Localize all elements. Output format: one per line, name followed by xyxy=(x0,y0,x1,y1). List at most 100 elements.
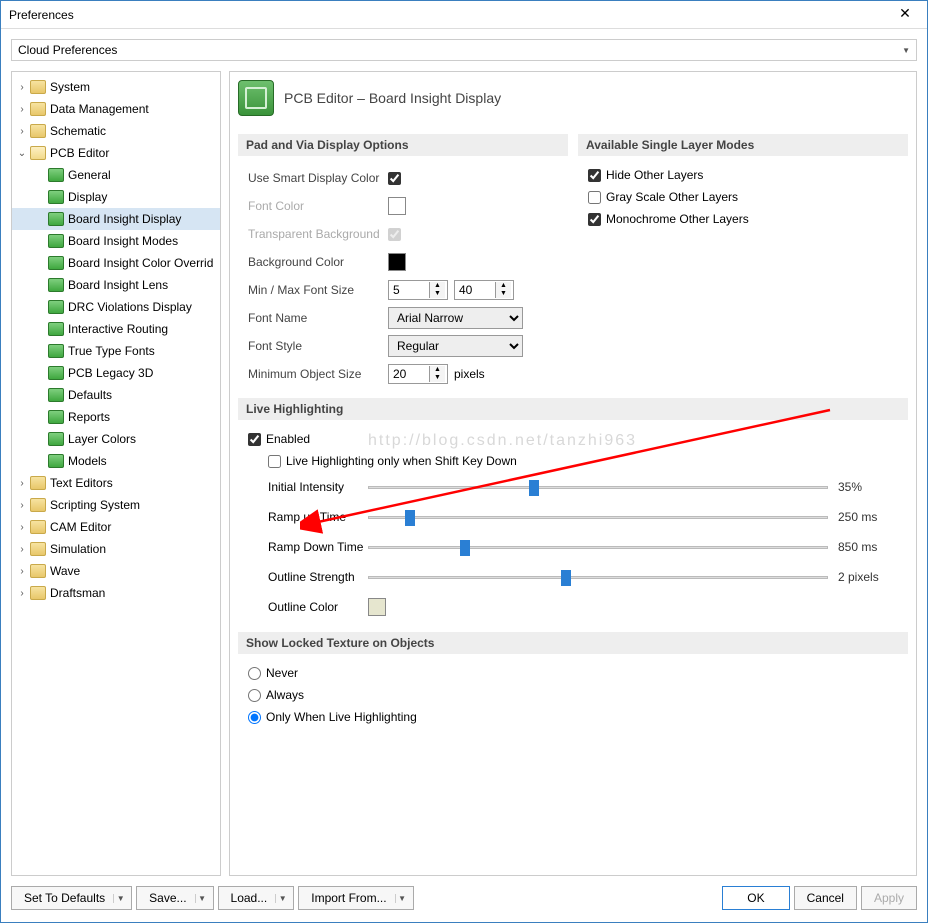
pcb-icon xyxy=(48,190,64,204)
shift-only-checkbox[interactable] xyxy=(268,455,281,468)
tree-node[interactable]: › System xyxy=(12,76,220,98)
expand-icon[interactable]: › xyxy=(16,82,28,93)
tree-node-board-insight-modes[interactable]: Board Insight Modes xyxy=(12,230,220,252)
tree-node-display[interactable]: Display xyxy=(12,186,220,208)
pcb-icon xyxy=(48,388,64,402)
folder-icon xyxy=(30,564,46,578)
tree-node-defaults[interactable]: Defaults xyxy=(12,384,220,406)
hide-layers-checkbox[interactable] xyxy=(588,169,601,182)
tree-node-pcb-legacy-3d[interactable]: PCB Legacy 3D xyxy=(12,362,220,384)
background-color-swatch[interactable] xyxy=(388,253,406,271)
expand-icon[interactable]: › xyxy=(16,104,28,115)
slider-label: Initial Intensity xyxy=(248,480,368,494)
folder-icon xyxy=(30,586,46,600)
tree-node[interactable]: › Data Management xyxy=(12,98,220,120)
font-style-select[interactable]: Regular xyxy=(388,335,523,357)
save-button[interactable]: Save...▼ xyxy=(136,886,213,910)
slider-value: 850 ms xyxy=(828,540,898,554)
locked-radio-0[interactable] xyxy=(248,667,261,680)
folder-icon xyxy=(30,520,46,534)
tree-node-pcb-editor[interactable]: ⌄ PCB Editor xyxy=(12,142,220,164)
font-color-swatch[interactable] xyxy=(388,197,406,215)
pcb-icon xyxy=(48,322,64,336)
slider-row: Ramp Down Time 850 ms xyxy=(248,532,898,562)
expand-icon[interactable]: › xyxy=(16,566,28,577)
tree-node-interactive-routing[interactable]: Interactive Routing xyxy=(12,318,220,340)
load-button[interactable]: Load...▼ xyxy=(218,886,295,910)
tree-node[interactable]: › Wave xyxy=(12,560,220,582)
tree-node[interactable]: › Schematic xyxy=(12,120,220,142)
min-font-spinner[interactable]: ▲▼ xyxy=(388,280,448,300)
ok-button[interactable]: OK xyxy=(722,886,789,910)
tree-node-board-insight-lens[interactable]: Board Insight Lens xyxy=(12,274,220,296)
gray-layers-checkbox[interactable] xyxy=(588,191,601,204)
locked-radio-2[interactable] xyxy=(248,711,261,724)
category-tree[interactable]: › System › Data Management › Schematic ⌄… xyxy=(11,71,221,876)
group-pad-via: Pad and Via Display Options xyxy=(238,134,568,156)
cloud-preferences-dropdown[interactable]: Cloud Preferences ▼ xyxy=(11,39,917,61)
chevron-down-icon: ▼ xyxy=(902,46,910,55)
min-object-spinner[interactable]: ▲▼ xyxy=(388,364,448,384)
radio-label: Never xyxy=(266,666,298,680)
dropdown-icon[interactable]: ▼ xyxy=(275,894,289,903)
collapse-icon[interactable]: ⌄ xyxy=(16,148,28,159)
outline-color-swatch[interactable] xyxy=(368,598,386,616)
pcb-icon xyxy=(48,168,64,182)
cancel-button[interactable]: Cancel xyxy=(794,886,857,910)
dropdown-icon[interactable]: ▼ xyxy=(395,894,409,903)
dropdown-icon[interactable]: ▼ xyxy=(113,894,127,903)
enabled-label: Enabled xyxy=(266,432,310,446)
titlebar: Preferences ✕ xyxy=(1,1,927,29)
slider-outline-strength[interactable] xyxy=(368,570,828,584)
pcb-icon xyxy=(48,256,64,270)
slider-ramp-down-time[interactable] xyxy=(368,540,828,554)
apply-button[interactable]: Apply xyxy=(861,886,917,910)
radio-label: Always xyxy=(266,688,304,702)
slider-row: Ramp up Time 250 ms xyxy=(248,502,898,532)
slider-value: 2 pixels xyxy=(828,570,898,584)
pcb-icon xyxy=(48,454,64,468)
close-icon[interactable]: ✕ xyxy=(891,5,919,25)
tree-node[interactable]: › Text Editors xyxy=(12,472,220,494)
expand-icon[interactable]: › xyxy=(16,500,28,511)
tree-node[interactable]: › Draftsman xyxy=(12,582,220,604)
tree-node[interactable]: › Simulation xyxy=(12,538,220,560)
tree-node-true-type-fonts[interactable]: True Type Fonts xyxy=(12,340,220,362)
mono-layers-checkbox[interactable] xyxy=(588,213,601,226)
expand-icon[interactable]: › xyxy=(16,544,28,555)
pcb-icon xyxy=(48,410,64,424)
expand-icon[interactable]: › xyxy=(16,522,28,533)
tree-node-reports[interactable]: Reports xyxy=(12,406,220,428)
tree-node-models[interactable]: Models xyxy=(12,450,220,472)
tree-node-drc-violations-display[interactable]: DRC Violations Display xyxy=(12,296,220,318)
expand-icon[interactable]: › xyxy=(16,478,28,489)
locked-radio-1[interactable] xyxy=(248,689,261,702)
expand-icon[interactable]: › xyxy=(16,588,28,599)
mono-layers-label: Monochrome Other Layers xyxy=(606,212,749,226)
dropdown-icon[interactable]: ▼ xyxy=(195,894,209,903)
use-smart-checkbox[interactable] xyxy=(388,172,401,185)
radio-row: Only When Live Highlighting xyxy=(248,706,898,728)
group-layer-modes: Available Single Layer Modes xyxy=(578,134,908,156)
slider-ramp-up-time[interactable] xyxy=(368,510,828,524)
expand-icon[interactable]: › xyxy=(16,126,28,137)
tree-node[interactable]: › CAM Editor xyxy=(12,516,220,538)
slider-initial-intensity[interactable] xyxy=(368,480,828,494)
import-button[interactable]: Import From...▼ xyxy=(298,886,413,910)
pcb-icon xyxy=(48,344,64,358)
tree-node-board-insight-display[interactable]: Board Insight Display xyxy=(12,208,220,230)
min-object-label: Minimum Object Size xyxy=(248,367,388,381)
font-style-label: Font Style xyxy=(248,339,388,353)
tree-node-board-insight-color-overrid[interactable]: Board Insight Color Overrid xyxy=(12,252,220,274)
max-font-spinner[interactable]: ▲▼ xyxy=(454,280,514,300)
cloud-label: Cloud Preferences xyxy=(18,43,117,57)
preferences-window: Preferences ✕ Cloud Preferences ▼ › Syst… xyxy=(0,0,928,923)
slider-row: Outline Strength 2 pixels xyxy=(248,562,898,592)
tree-node-layer-colors[interactable]: Layer Colors xyxy=(12,428,220,450)
set-defaults-button[interactable]: Set To Defaults▼ xyxy=(11,886,132,910)
tree-node-general[interactable]: General xyxy=(12,164,220,186)
tree-node[interactable]: › Scripting System xyxy=(12,494,220,516)
radio-row: Always xyxy=(248,684,898,706)
font-name-select[interactable]: Arial Narrow xyxy=(388,307,523,329)
enabled-checkbox[interactable] xyxy=(248,433,261,446)
